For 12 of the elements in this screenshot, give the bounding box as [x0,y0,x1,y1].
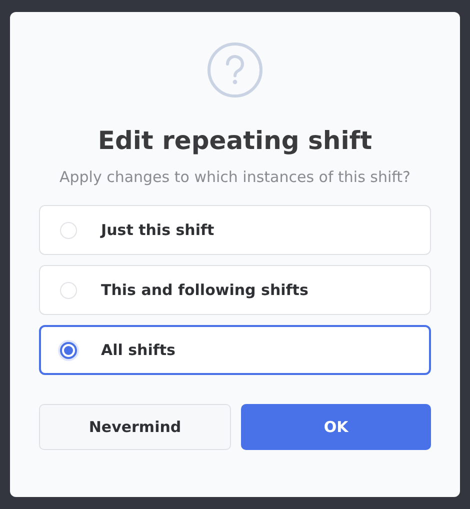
option-row[interactable]: This and following shifts [39,265,431,315]
radio-button[interactable] [60,342,77,358]
ok-button[interactable]: OK [241,404,431,450]
option-label: Just this shift [101,221,214,239]
option-row[interactable]: Just this shift [39,205,431,255]
cancel-button[interactable]: Nevermind [39,404,231,450]
question-icon [207,42,263,98]
option-label: This and following shifts [101,281,308,299]
option-row[interactable]: All shifts [39,325,431,375]
dialog-title: Edit repeating shift [98,125,372,157]
option-label: All shifts [101,341,176,359]
dialog-subtitle: Apply changes to which instances of this shift? [59,167,411,187]
